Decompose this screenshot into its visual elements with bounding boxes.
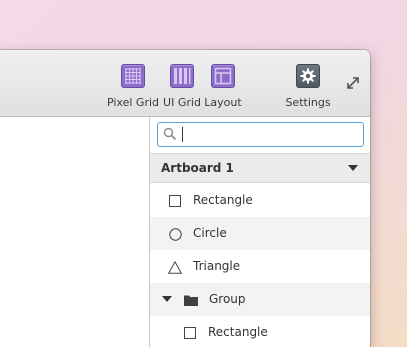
folder-icon [184,295,198,306]
pixel-grid-button[interactable]: Pixel Grid [106,64,160,110]
layout-label: Layout [204,96,242,109]
app-window: Pixel Grid UI Grid Layout Settings Artbo… [0,50,370,347]
square-icon [169,195,181,207]
search-input[interactable] [157,122,364,147]
layer-label: Triangle [193,259,241,273]
artboard-canvas[interactable] [0,117,149,347]
header-bar: Pixel Grid UI Grid Layout Settings [0,50,370,117]
artboard-header[interactable]: Artboard 1 [150,153,370,183]
circle-icon [169,228,182,241]
fullscreen-icon[interactable] [346,75,360,89]
layer-label: Rectangle [208,325,268,339]
layers-sidebar: Artboard 1 Rectangle Circle Triangle Gro… [149,117,370,347]
disclosure-triangle-icon[interactable] [162,296,172,302]
gear-icon [296,64,320,88]
layer-item-circle[interactable]: Circle [150,217,370,250]
square-icon [184,327,196,339]
ui-grid-icon [170,64,194,88]
settings-label: Settings [285,96,331,109]
layer-item-rectangle[interactable]: Rectangle [150,184,370,217]
layer-item-group[interactable]: Group [150,283,370,316]
search-icon [163,127,177,141]
layer-item-rectangle-nested[interactable]: Rectangle [150,316,370,347]
chevron-down-icon[interactable] [348,165,358,171]
artboard-title: Artboard 1 [161,161,234,175]
ui-grid-button[interactable]: UI Grid [163,64,201,110]
layer-label: Rectangle [193,193,253,207]
ui-grid-label: UI Grid [163,96,201,109]
layer-label: Group [209,292,246,306]
layout-icon [211,64,235,88]
layer-item-triangle[interactable]: Triangle [150,250,370,283]
pixel-grid-icon [121,64,145,88]
pixel-grid-label: Pixel Grid [106,96,160,109]
settings-button[interactable]: Settings [284,64,332,110]
text-caret [182,127,183,142]
layer-label: Circle [193,226,227,240]
layout-button[interactable]: Layout [204,64,242,110]
triangle-icon [168,261,182,274]
